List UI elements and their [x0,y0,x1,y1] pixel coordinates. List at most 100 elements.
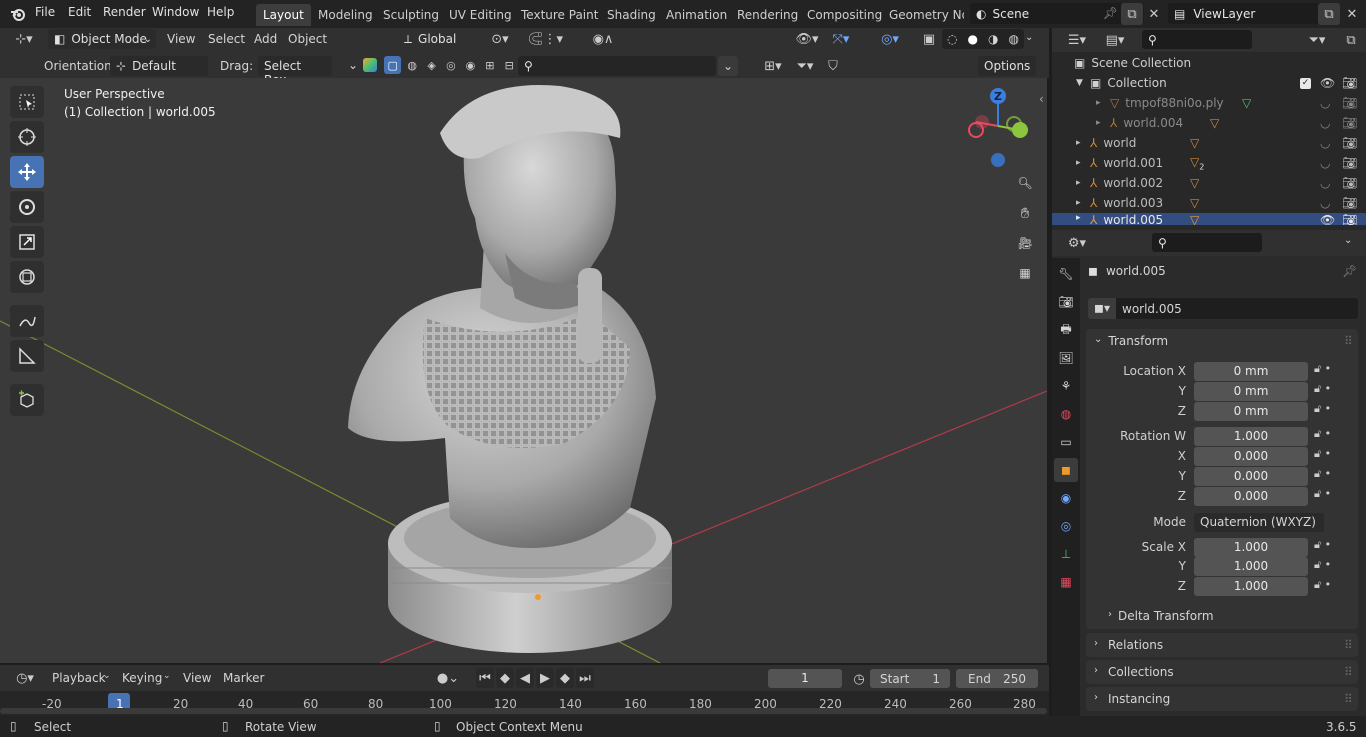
cursor-tool-icon[interactable] [10,121,44,153]
viewport-search-input[interactable]: ⚲ [518,56,716,76]
snap-icon[interactable]: 🧲︎⋮▾ [520,28,570,50]
eye-icon[interactable]: 👁︎ [1320,76,1335,90]
collection-tab-icon[interactable]: ▭ [1054,430,1078,454]
play-icon[interactable]: ▶ [536,668,554,688]
object-type-filter-icon[interactable] [363,58,377,72]
delta-transform-subpanel[interactable]: › Delta Transform [1108,609,1214,623]
pin-icon[interactable]: 📌︎ [1103,6,1118,20]
record-icon[interactable]: ●⌄ [430,667,466,689]
other-filter-icon[interactable]: ⊟ [501,56,518,74]
eye-closed-icon[interactable]: ◡ [1320,196,1330,210]
scale-x-field[interactable]: 1.000 [1194,538,1308,557]
outliner-row-collection[interactable]: ▼ ▣ Collection ✓ 👁︎ 📷︎ [1052,73,1366,93]
camera-icon[interactable]: 📷︎ [1342,196,1357,210]
drag-handle-icon[interactable]: ⠿ [1344,692,1353,706]
rotate-tool-icon[interactable] [10,191,44,223]
tab-shading[interactable]: Shading [600,4,663,26]
render-tab-icon[interactable]: 📷︎ [1054,290,1078,314]
play-reverse-icon[interactable]: ◀ [516,668,534,688]
transform-tool-icon[interactable] [10,261,44,293]
camera-icon[interactable]: 📷︎ [1342,76,1357,90]
drag-handle-icon[interactable]: ⠿ [1344,638,1353,652]
eye-closed-icon[interactable]: ◡ [1320,116,1330,130]
wireframe-shading-icon[interactable]: ◌ [947,32,957,46]
rotation-x-field[interactable]: 0.000 [1194,447,1308,466]
modifier-tab-icon[interactable]: ◉ [1054,486,1078,510]
relations-panel[interactable]: › Relations ⠿ [1086,633,1358,657]
texture-tab-icon[interactable]: ▦ [1054,570,1078,594]
empty-filter-icon[interactable]: ⊞ [481,56,498,74]
outliner-row[interactable]: ▸ ⅄ world.003 ▽ ◡ 📷︎ [1052,193,1366,213]
lock-icon[interactable]: 🔓︎ • [1314,558,1331,577]
tab-layout[interactable]: Layout [256,4,311,26]
mesh-filter-icon[interactable]: ▢ [384,56,402,74]
rendered-shading-icon[interactable]: ◍ [1009,32,1019,46]
constraint-tab-icon[interactable]: ⊥ [1054,542,1078,566]
world-tab-icon[interactable]: ◍ [1054,402,1078,426]
instancing-panel[interactable]: › Instancing ⠿ [1086,687,1358,711]
lock-icon[interactable]: 🔓︎ • [1314,427,1331,446]
rotation-z-field[interactable]: 0.000 [1194,487,1308,506]
eye-icon[interactable]: 👁︎ [1320,213,1335,225]
jump-end-icon[interactable]: ⏭ [576,668,594,688]
chevron-down-icon[interactable]: ⌄ [1344,235,1352,246]
pin-icon[interactable]: 📌︎ [1342,264,1357,278]
lock-icon[interactable]: 🔓︎ • [1314,447,1331,466]
drag-handle-icon[interactable]: ⠿ [1344,334,1353,348]
physics-tab-icon[interactable]: ◎ [1054,514,1078,538]
tab-animation[interactable]: Animation [659,4,734,26]
output-tab-icon[interactable]: 🖶︎ [1054,318,1078,342]
drag-selector[interactable]: Select Box [258,56,332,87]
menu-render[interactable]: Render [103,5,146,19]
shading-options-icon[interactable]: ⌄ [1025,32,1033,43]
drag-handle-icon[interactable]: ⠿ [1344,665,1353,679]
pivot-point-icon[interactable]: ⊙▾ [484,28,516,50]
outliner-row[interactable]: ▸ ⅄ world.004 ▽ ◡ 📷︎ [1052,113,1366,133]
lock-icon[interactable]: 🔓︎ • [1314,402,1331,421]
eye-closed-icon[interactable]: ◡ [1320,96,1330,110]
mode-selector[interactable]: ◧ Object Mode ⌄ [48,29,156,49]
delete-scene-icon[interactable]: ✕ [1143,3,1165,25]
camera-icon[interactable]: 📷︎ [1342,213,1357,225]
measure-tool-icon[interactable] [10,340,44,372]
location-z-field[interactable]: 0 mm [1194,402,1308,421]
tool-tab-icon[interactable]: 🔧︎ [1054,262,1078,286]
lock-icon[interactable]: 🔓︎ • [1314,467,1331,486]
expand-arrow-icon[interactable]: ▼ [1076,78,1090,88]
camera-icon[interactable]: 📷︎ [1342,116,1357,130]
editor-type-icon[interactable]: ⊹▾ [6,28,42,50]
xray-icon[interactable]: ▣ [918,28,940,50]
scale-tool-icon[interactable] [10,226,44,258]
lock-icon[interactable]: 🔓︎ • [1314,382,1331,401]
orientation-selector[interactable]: ⊹ Default [110,56,208,76]
outliner-row-selected[interactable]: ▸ ⅄ world.005 ▽ 👁︎ 📷︎ [1052,213,1366,225]
menu-add[interactable]: Add [254,32,277,46]
menu-file[interactable]: File [35,5,55,19]
rotation-w-field[interactable]: 1.000 [1194,427,1308,446]
curve-filter-icon[interactable]: ◍ [403,56,420,74]
new-collection-icon[interactable]: ⧉ [1340,29,1362,51]
expand-arrow-icon[interactable]: ▸ [1076,213,1090,223]
outliner-row[interactable]: ▸ ⅄ world ▽ ◡ 📷︎ [1052,133,1366,153]
camera-icon[interactable]: 📷︎ [1342,96,1357,110]
eye-closed-icon[interactable]: ◡ [1320,176,1330,190]
outliner-row[interactable]: ▸ ⅄ world.002 ▽ ◡ 📷︎ [1052,173,1366,193]
solid-shading-icon[interactable]: ● [968,32,978,46]
eye-closed-icon[interactable]: ◡ [1320,136,1330,150]
expand-arrow-icon[interactable]: ▸ [1076,138,1090,148]
rotation-y-field[interactable]: 0.000 [1194,467,1308,486]
world-filter-icon[interactable]: ◎ [442,56,459,74]
tab-compositing[interactable]: Compositing [800,4,889,26]
outliner-row[interactable]: ▸ ▽ tmpof88ni0o.ply ▽ ◡ 📷︎ [1052,93,1366,113]
outliner-search-input[interactable]: ⚲ [1142,30,1252,49]
pan-hand-icon[interactable]: ✋︎ [1012,200,1038,226]
display-mode-icon[interactable]: ⊞▾ [758,55,788,77]
overlays-icon[interactable]: ◎▾ [872,28,908,50]
camera-view-icon[interactable]: 🎥︎ [1012,230,1038,256]
funnel-icon[interactable]: ⏷▾ [790,55,820,77]
outliner-editor-icon[interactable]: ☰▾ [1060,29,1094,51]
menu-marker[interactable]: Marker [223,671,264,685]
menu-edit[interactable]: Edit [68,5,91,19]
transform-orientation-selector[interactable]: ⟂ Global [398,29,480,49]
camera-icon[interactable]: 📷︎ [1342,156,1357,170]
